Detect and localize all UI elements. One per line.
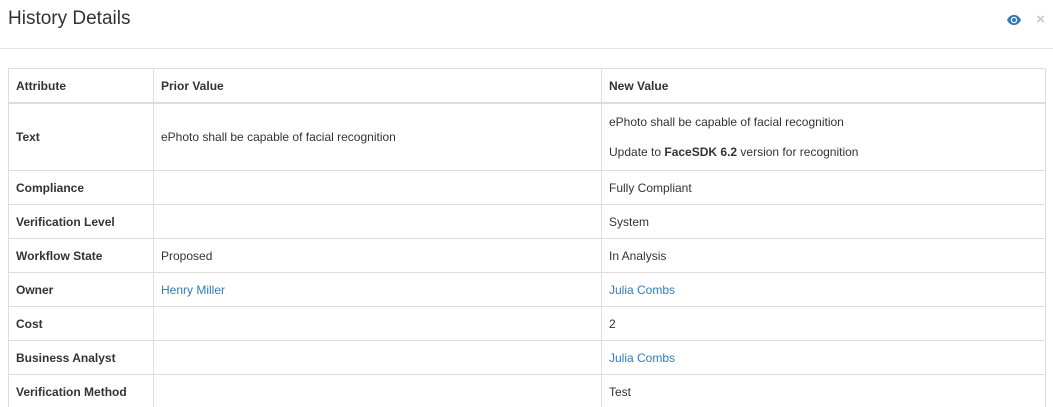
new-value-cell: Julia Combs: [601, 340, 1046, 375]
eye-icon[interactable]: [1006, 12, 1022, 28]
attribute-cell: Cost: [8, 306, 154, 341]
new-value-cell: 2: [601, 306, 1046, 341]
new-value-cell: ePhoto shall be capable of facial recogn…: [601, 102, 1046, 171]
history-table: Attribute Prior Value New Value Text ePh…: [8, 68, 1046, 407]
table-row: Owner Henry Miller Julia Combs: [8, 272, 1046, 307]
history-details-dialog: History Details × Attribute Prior Value: [0, 0, 1053, 407]
dialog-header: History Details ×: [0, 0, 1053, 49]
prior-value-cell: Proposed: [153, 238, 602, 273]
table-row: Compliance Fully Compliant: [8, 170, 1046, 205]
header-actions: ×: [1006, 12, 1045, 28]
attribute-cell: Owner: [8, 272, 154, 307]
close-icon[interactable]: ×: [1036, 12, 1045, 28]
table-row: Verification Level System: [8, 204, 1046, 239]
new-value-cell: System: [601, 204, 1046, 239]
column-header-prior-value: Prior Value: [153, 68, 602, 104]
prior-value-cell: ePhoto shall be capable of facial recogn…: [153, 102, 602, 171]
new-value-line: ePhoto shall be capable of facial recogn…: [609, 115, 844, 129]
prior-value-cell: [153, 170, 602, 205]
new-value-line: Update to FaceSDK 6.2 version for recogn…: [609, 145, 1038, 159]
column-header-attribute: Attribute: [8, 68, 154, 104]
history-table-container: Attribute Prior Value New Value Text ePh…: [8, 68, 1046, 407]
new-value-cell: Julia Combs: [601, 272, 1046, 307]
prior-value-cell: [153, 306, 602, 341]
prior-value-cell: Henry Miller: [153, 272, 602, 307]
attribute-cell: Workflow State: [8, 238, 154, 273]
attribute-cell: Compliance: [8, 170, 154, 205]
new-value-text: Update to: [609, 145, 665, 159]
attribute-cell: Verification Method: [8, 374, 154, 407]
prior-value-cell: [153, 204, 602, 239]
new-value-cell: Fully Compliant: [601, 170, 1046, 205]
table-row: Business Analyst Julia Combs: [8, 340, 1046, 375]
column-header-new-value: New Value: [601, 68, 1046, 104]
attribute-cell: Verification Level: [8, 204, 154, 239]
new-owner-link[interactable]: Julia Combs: [609, 283, 675, 297]
table-row: Verification Method Test: [8, 374, 1046, 407]
new-value-cell: In Analysis: [601, 238, 1046, 273]
attribute-cell: Text: [8, 102, 154, 171]
table-header-row: Attribute Prior Value New Value: [8, 68, 1046, 104]
prior-value-cell: [153, 374, 602, 407]
table-row: Workflow State Proposed In Analysis: [8, 238, 1046, 273]
prior-value-cell: [153, 340, 602, 375]
table-row: Text ePhoto shall be capable of facial r…: [8, 102, 1046, 171]
new-business-analyst-link[interactable]: Julia Combs: [609, 351, 675, 365]
new-value-bold-text: FaceSDK 6.2: [664, 145, 738, 159]
prior-owner-link[interactable]: Henry Miller: [161, 283, 225, 297]
new-value-cell: Test: [601, 374, 1046, 407]
table-row: Cost 2: [8, 306, 1046, 341]
new-value-text: version for recognition: [737, 145, 859, 159]
attribute-cell: Business Analyst: [8, 340, 154, 375]
dialog-title: History Details: [8, 8, 131, 29]
